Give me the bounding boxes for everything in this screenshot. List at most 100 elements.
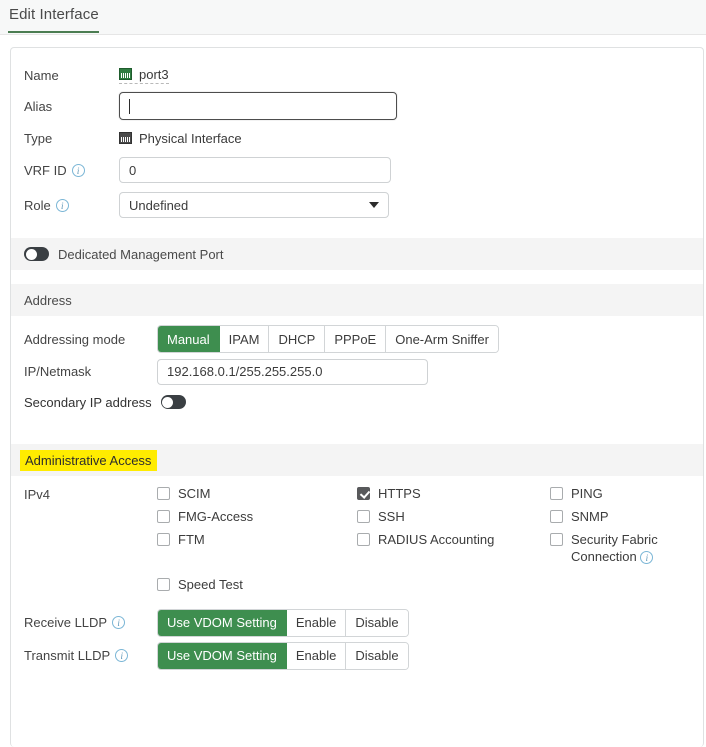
checkbox-radius-accounting[interactable]: RADIUS Accounting [357,531,550,554]
vrf-id-input[interactable]: 0 [119,157,391,183]
label-transmit-lldp: Transmit LLDP i [24,648,157,663]
label-type: Type [24,131,119,146]
ip-netmask-input[interactable]: 192.168.0.1/255.255.255.0 [157,359,428,385]
label-role: Role i [24,198,119,213]
speed-test-row: Speed Test [11,565,703,599]
row-secondary-ip: Secondary IP address [11,388,703,416]
checkbox-box[interactable] [550,510,563,523]
receive-lldp-option-disable[interactable]: Disable [346,610,407,636]
name-value-wrap: port3 [119,67,169,84]
checkbox-fmg-access[interactable]: FMG-Access [157,508,357,531]
addressing-mode-option-pppoe[interactable]: PPPoE [325,326,386,352]
receive-lldp-button-group[interactable]: Use VDOM Setting Enable Disable [157,609,409,637]
page-title: Edit Interface [9,6,99,23]
receive-lldp-option-enable[interactable]: Enable [287,610,346,636]
row-addressing-mode: Addressing mode Manual IPAM DHCP PPPoE O… [11,323,703,355]
name-value-link[interactable]: port3 [119,67,169,84]
row-role: Role i Undefined [11,187,703,223]
administrative-access-section-header: Administrative Access [11,444,703,476]
dedicated-management-port-toggle[interactable] [24,247,49,261]
row-receive-lldp: Receive LLDP i Use VDOM Setting Enable D… [11,606,703,639]
addressing-mode-option-one-arm-sniffer[interactable]: One-Arm Sniffer [386,326,498,352]
addressing-mode-option-ipam[interactable]: IPAM [220,326,270,352]
type-value: Physical Interface [139,131,242,146]
checkbox-security-fabric-connection[interactable]: Security Fabric Connection i [537,531,704,565]
transmit-lldp-option-disable[interactable]: Disable [346,643,407,669]
speed-test-spacer [24,576,157,599]
dedicated-management-port-label: Dedicated Management Port [58,247,223,262]
checkbox-label: SNMP [571,508,609,525]
checkbox-scim[interactable]: SCIM [157,485,357,508]
checkbox-ftm[interactable]: FTM [157,531,357,554]
alias-input[interactable] [119,92,397,120]
checkbox-label: SCIM [178,485,211,502]
secondary-ip-toggle[interactable] [161,395,186,409]
checkbox-box[interactable] [357,533,370,546]
checkbox-box[interactable] [157,487,170,500]
label-secondary-ip: Secondary IP address [24,395,152,410]
checkbox-label: SSH [378,508,405,525]
row-vrf-id: VRF ID i 0 [11,153,703,187]
row-name: Name port3 [11,61,703,89]
checkbox-box[interactable] [157,578,170,591]
info-icon[interactable]: i [112,616,125,629]
addressing-mode-button-group[interactable]: Manual IPAM DHCP PPPoE One-Arm Sniffer [157,325,499,353]
checkbox-ssh[interactable]: SSH [357,508,550,531]
info-icon[interactable]: i [56,199,69,212]
dedicated-management-port-bar: Dedicated Management Port [11,238,703,270]
administrative-access-section-title: Administrative Access [20,450,157,471]
label-name: Name [24,68,119,83]
address-section-title: Address [24,293,72,308]
checkbox-box[interactable] [550,487,563,500]
row-alias: Alias [11,89,703,123]
physical-port-icon [119,68,132,80]
label-role-text: Role [24,198,51,213]
physical-interface-icon [119,132,132,144]
role-selected-value: Undefined [129,198,188,213]
type-value-wrap: Physical Interface [119,131,242,146]
label-ipv4: IPv4 [24,485,157,565]
page-header: Edit Interface [0,0,706,35]
transmit-lldp-option-enable[interactable]: Enable [287,643,346,669]
address-section-header: Address [11,284,703,316]
checkbox-box[interactable] [357,487,370,500]
vrf-id-value: 0 [129,163,136,178]
checkbox-box[interactable] [550,533,563,546]
checkbox-label: HTTPS [378,485,421,502]
checkbox-speed-test[interactable]: Speed Test [157,576,243,599]
checkbox-box[interactable] [157,533,170,546]
row-transmit-lldp: Transmit LLDP i Use VDOM Setting Enable … [11,639,703,672]
transmit-lldp-option-use-vdom-setting[interactable]: Use VDOM Setting [158,643,287,669]
spacer [11,270,703,284]
checkbox-box[interactable] [157,510,170,523]
info-icon[interactable]: i [115,649,128,662]
label-ip-netmask: IP/Netmask [24,364,157,379]
checkbox-https[interactable]: HTTPS [357,485,550,508]
label-vrf-id: VRF ID i [24,163,119,178]
checkbox-snmp[interactable]: SNMP [550,508,704,531]
admin-access-columns: SCIM FMG-Access FTM HTTPS SSH [157,485,704,565]
addressing-mode-option-dhcp[interactable]: DHCP [269,326,325,352]
label-alias: Alias [24,99,119,114]
info-icon[interactable]: i [640,551,653,564]
checkbox-label: FMG-Access [178,508,253,525]
info-icon[interactable]: i [72,164,85,177]
page-title-underline [8,31,99,33]
label-transmit-lldp-text: Transmit LLDP [24,648,110,663]
checkbox-label: PING [571,485,603,502]
admin-access-column-2: HTTPS SSH RADIUS Accounting [357,485,550,565]
checkbox-label: RADIUS Accounting [378,531,494,548]
admin-access-column-3: PING SNMP Security Fabric Connection i [550,485,704,565]
addressing-mode-option-manual[interactable]: Manual [158,326,220,352]
name-value: port3 [139,67,169,82]
checkbox-box[interactable] [357,510,370,523]
edit-interface-panel: Name port3 Alias Type Physical Interface… [10,47,704,747]
receive-lldp-option-use-vdom-setting[interactable]: Use VDOM Setting [158,610,287,636]
transmit-lldp-button-group[interactable]: Use VDOM Setting Enable Disable [157,642,409,670]
checkbox-label-wrap: Security Fabric Connection i [571,531,704,565]
label-receive-lldp-text: Receive LLDP [24,615,107,630]
checkbox-ping[interactable]: PING [550,485,704,508]
row-type: Type Physical Interface [11,123,703,153]
role-select[interactable]: Undefined [119,192,389,218]
checkbox-label: FTM [178,531,205,548]
